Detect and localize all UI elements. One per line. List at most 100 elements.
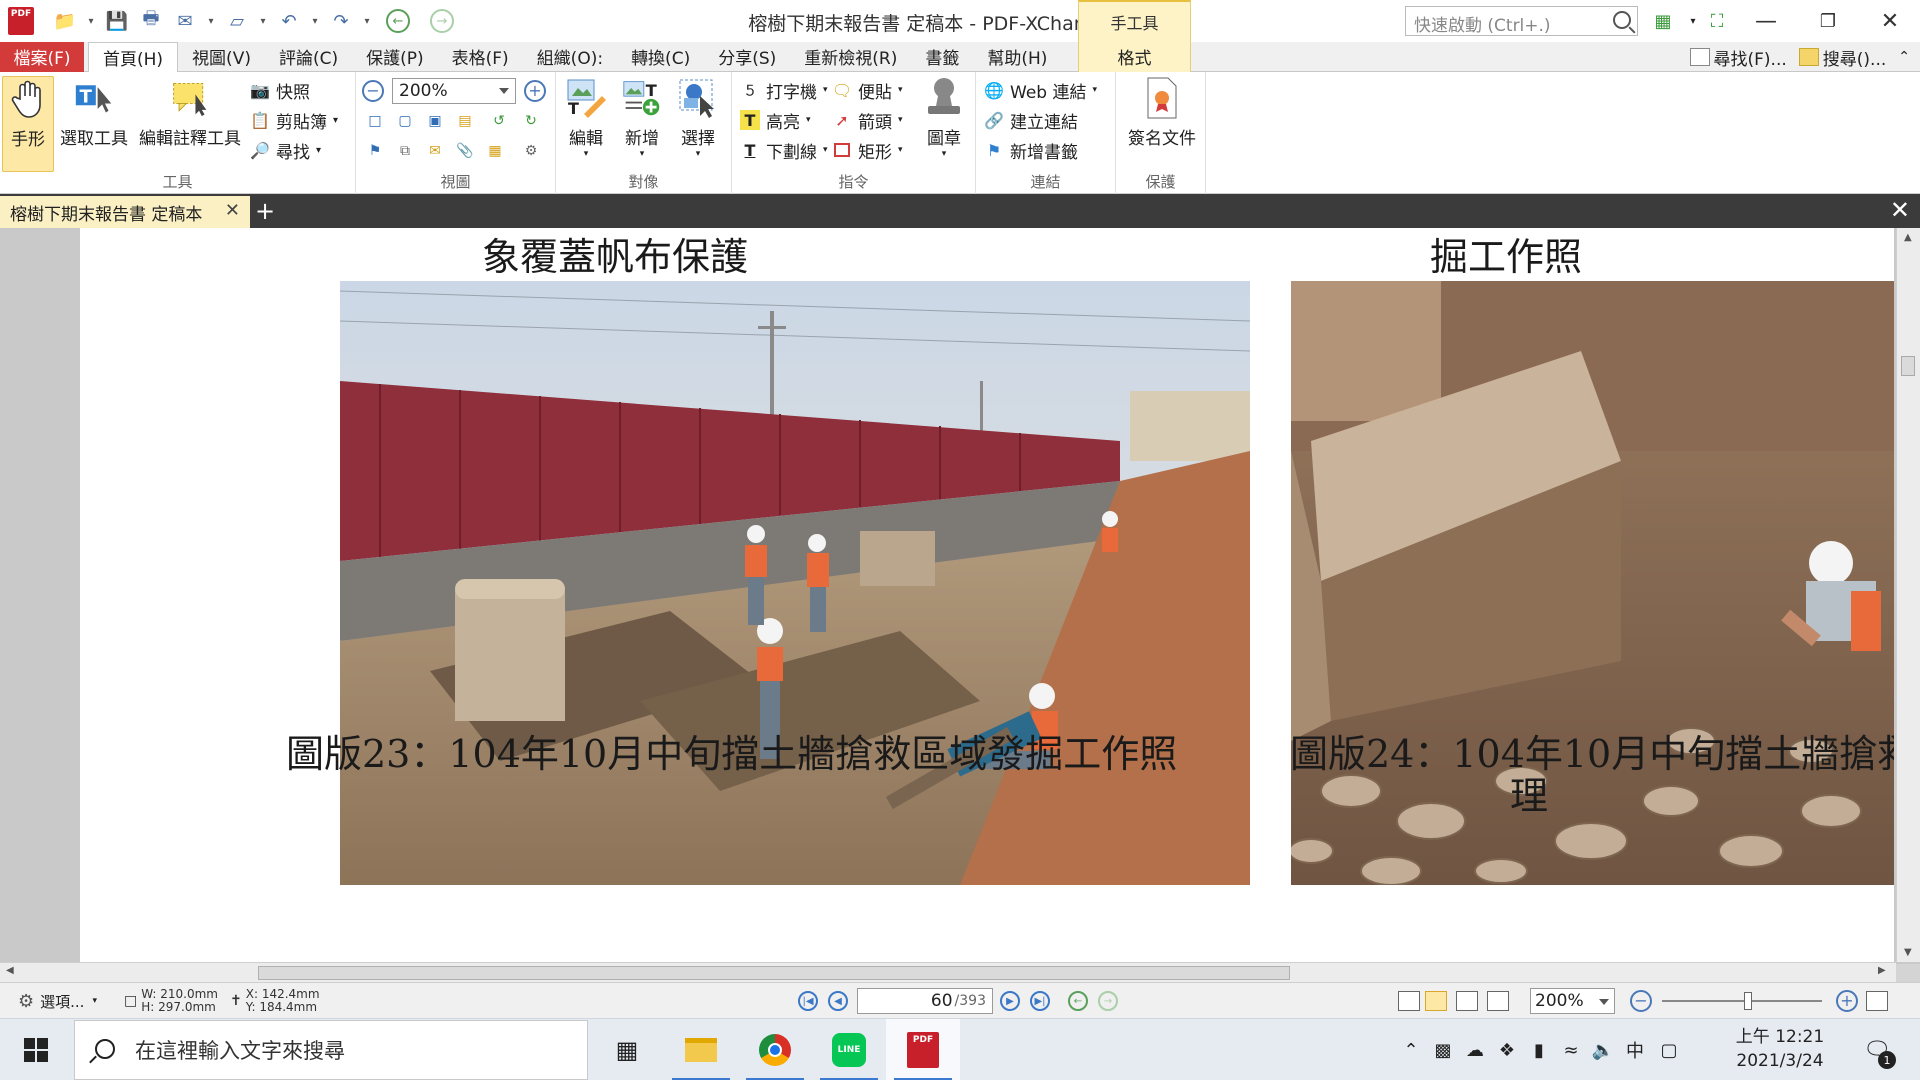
task-view-button[interactable]: ▦ [590, 1019, 664, 1080]
open-dropdown-icon[interactable]: ▾ [84, 6, 98, 36]
redo-icon[interactable]: ↷ [326, 6, 356, 36]
file-explorer-app[interactable] [664, 1019, 738, 1080]
sticky-note-button[interactable]: 🗨 便貼 ▾ [832, 76, 903, 104]
hand-tool-button[interactable]: 手形 [2, 76, 54, 172]
settings-pane-icon[interactable]: ⚙ [520, 140, 542, 162]
restore-button[interactable]: ❐ [1798, 0, 1858, 42]
scan-dropdown-icon[interactable]: ▾ [256, 6, 270, 36]
snapshot-button[interactable]: 📷 快照 [250, 76, 310, 104]
page-number-input[interactable]: 60 /393 [857, 988, 993, 1014]
add-object-button[interactable]: T 新增 ▾ [616, 76, 668, 159]
scroll-right-icon[interactable]: ▶ [1878, 965, 1886, 976]
new-tab-button[interactable]: + [252, 196, 278, 226]
zoom-slider-knob[interactable] [1744, 992, 1752, 1010]
email-dropdown-icon[interactable]: ▾ [204, 6, 218, 36]
ime-mode-indicator[interactable]: 中 [1620, 1019, 1650, 1080]
scroll-left-icon[interactable]: ◀ [6, 965, 14, 976]
start-button[interactable] [0, 1019, 72, 1080]
rotate-left-icon[interactable]: ↺ [488, 110, 510, 132]
document-tab[interactable]: 榕樹下期末報告書 定稿本 ✕ [0, 196, 250, 228]
first-page-icon[interactable]: |◀ [798, 991, 818, 1011]
previous-page-icon[interactable]: ◀ [828, 991, 848, 1011]
sign-document-button[interactable]: 簽名文件 [1122, 76, 1202, 149]
vertical-scroll-thumb[interactable] [1901, 356, 1915, 376]
notification-center-button[interactable]: 🗨 1 [1852, 1019, 1902, 1080]
options-button[interactable]: ⚙ 選項... ▾ [18, 983, 97, 1019]
fullscreen-icon[interactable]: ⛶ [1702, 8, 1732, 34]
close-tab-icon[interactable]: ✕ [225, 200, 240, 221]
menu-tab-convert[interactable]: 轉換(C) [617, 42, 704, 72]
menu-tab-format[interactable]: 格式 [1078, 41, 1191, 72]
edit-annotation-tool-button[interactable]: 編輯註釋工具 [136, 76, 244, 149]
quick-launch-input[interactable]: 快速啟動 (Ctrl+.) [1405, 6, 1638, 36]
menu-file[interactable]: 檔案(F) [0, 41, 84, 72]
menu-tab-review[interactable]: 重新檢視(R) [790, 42, 911, 72]
menu-tab-comment[interactable]: 評論(C) [265, 42, 352, 72]
print-icon[interactable]: 🖶 [136, 6, 166, 36]
highlight-button[interactable]: T 高亮 ▾ [740, 106, 811, 134]
battery-icon[interactable]: ▮ [1524, 1019, 1554, 1080]
status-zoom-out-icon[interactable]: − [1630, 990, 1652, 1012]
menu-tab-organize[interactable]: 組織(O): [523, 42, 617, 72]
arrow-button[interactable]: ➚ 箭頭 ▾ [832, 106, 902, 134]
vertical-scrollbar[interactable]: ▲ ▼ [1896, 228, 1920, 962]
chrome-app[interactable] [738, 1019, 812, 1080]
minimize-button[interactable]: — [1736, 0, 1796, 42]
menu-tab-view[interactable]: 視圖(V) [178, 42, 265, 72]
dropbox-icon[interactable]: ❖ [1492, 1019, 1522, 1080]
meet-now-icon[interactable]: ▩ [1428, 1019, 1458, 1080]
pdf-xchange-app[interactable]: PDF [886, 1019, 960, 1080]
two-page-continuous-view-icon[interactable] [1487, 991, 1509, 1011]
rectangle-button[interactable]: 矩形 ▾ [832, 136, 903, 164]
attachments-icon[interactable]: 📎 [454, 140, 476, 162]
save-icon[interactable]: 💾 [102, 6, 132, 36]
back-icon[interactable]: ← [386, 9, 410, 33]
onedrive-icon[interactable]: ☁ [1460, 1019, 1490, 1080]
typewriter-button[interactable]: 𝟻 打字機 ▾ [740, 76, 828, 104]
horizontal-scroll-thumb[interactable] [258, 966, 1290, 980]
properties-icon[interactable]: ▦ [484, 140, 506, 162]
forward-icon[interactable]: → [430, 9, 454, 33]
zoom-out-icon[interactable]: − [362, 80, 384, 102]
zoom-in-icon[interactable]: + [524, 80, 546, 102]
fit-visible-icon[interactable]: ▤ [454, 110, 476, 132]
system-clock[interactable]: 上午 12:21 2021/3/24 [1730, 1025, 1830, 1073]
open-folder-icon[interactable]: 📁 [50, 6, 80, 36]
clipboard-button[interactable]: 📋 剪貼簿 ▾ [250, 106, 338, 134]
bookmark-pane-icon[interactable]: ⚑ [364, 140, 386, 162]
scroll-up-icon[interactable]: ▲ [1904, 232, 1912, 243]
edit-object-button[interactable]: T 編輯 ▾ [560, 76, 612, 159]
rotate-right-icon[interactable]: ↻ [520, 110, 542, 132]
email-icon[interactable]: ✉ [170, 6, 200, 36]
close-document-icon[interactable]: ✕ [1890, 196, 1910, 224]
comments-pane-icon[interactable]: ✉ [424, 140, 446, 162]
scroll-down-icon[interactable]: ▼ [1904, 947, 1912, 958]
next-view-icon[interactable]: → [1098, 991, 1118, 1011]
taskbar-search-box[interactable]: 在這裡輸入文字來搜尋 [74, 1020, 588, 1080]
undo-icon[interactable]: ↶ [274, 6, 304, 36]
menu-tab-protect[interactable]: 保護(P) [352, 42, 438, 72]
fit-width-icon[interactable]: ▣ [424, 110, 446, 132]
redo-dropdown-icon[interactable]: ▾ [360, 6, 374, 36]
horizontal-scrollbar[interactable]: ◀ ▶ [0, 962, 1896, 982]
continuous-view-icon[interactable] [1425, 991, 1447, 1011]
previous-view-icon[interactable]: ← [1068, 991, 1088, 1011]
zoom-slider[interactable] [1662, 992, 1822, 1010]
volume-icon[interactable]: 🔈 [1588, 1019, 1618, 1080]
menu-tab-home[interactable]: 首頁(H) [88, 41, 179, 73]
status-zoom-in-icon[interactable]: + [1836, 990, 1858, 1012]
collapse-ribbon-icon[interactable]: ⌃ [1898, 49, 1910, 65]
search-menu[interactable]: 搜尋()... [1798, 45, 1886, 70]
tray-overflow-icon[interactable]: ⌃ [1398, 1019, 1424, 1080]
next-page-icon[interactable]: ▶ [1000, 991, 1020, 1011]
single-page-view-icon[interactable] [1398, 991, 1420, 1011]
fullscreen-view-icon[interactable] [1866, 991, 1888, 1011]
menu-tab-help[interactable]: 幫助(H) [973, 42, 1061, 72]
status-zoom-select[interactable]: 200% [1530, 988, 1615, 1014]
menu-tab-bookmarks[interactable]: 書籤 [911, 42, 973, 72]
customize-ui-icon[interactable]: ▦ [1648, 8, 1678, 34]
find-tool-button[interactable]: 🔎 尋找 ▾ [250, 136, 321, 164]
find-menu[interactable]: 尋找(F)... [1689, 45, 1787, 70]
wifi-icon[interactable]: ≈ [1556, 1019, 1586, 1080]
thumbnails-icon[interactable]: ⧉ [394, 140, 416, 162]
